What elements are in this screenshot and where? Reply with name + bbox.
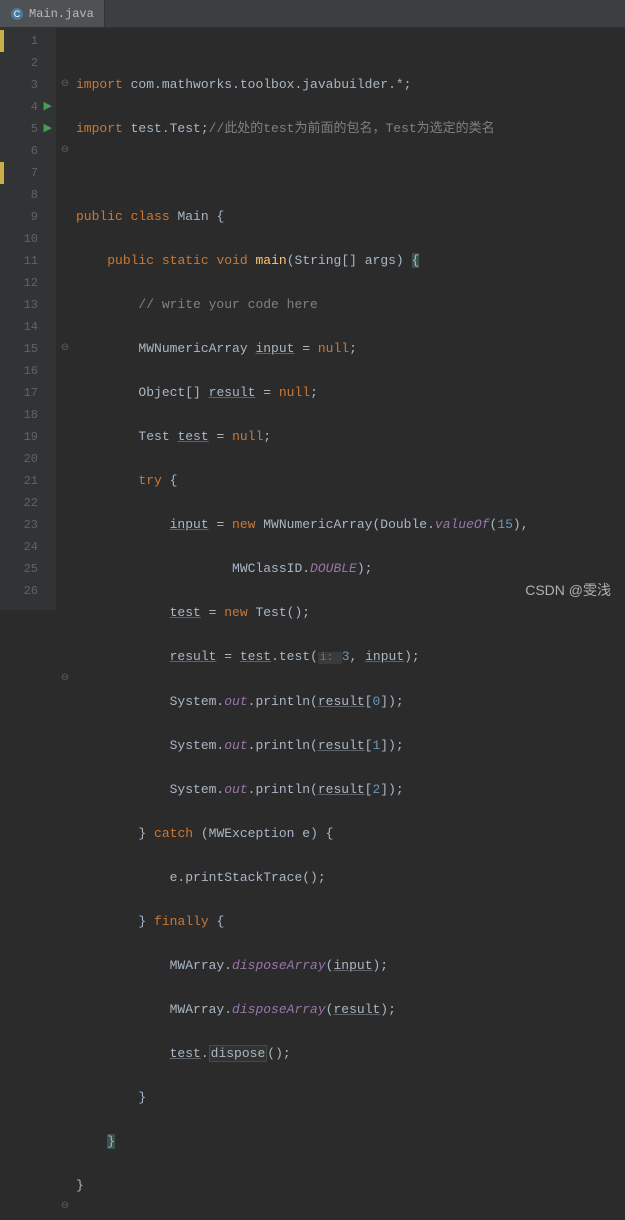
line-number[interactable]: 14	[0, 316, 38, 338]
code-line[interactable]: Object[] result = null;	[76, 382, 625, 404]
code-line[interactable]: input = new MWNumericArray(Double.valueO…	[76, 514, 625, 536]
run-gutter-icon[interactable]: ▶	[44, 118, 52, 140]
code-line[interactable]: MWArray.disposeArray(input);	[76, 955, 625, 977]
line-number[interactable]: 10	[0, 228, 38, 250]
fold-icon[interactable]: ⊖	[60, 74, 70, 96]
run-gutter-icon[interactable]: ▶	[44, 96, 52, 118]
line-number[interactable]: 18	[0, 404, 38, 426]
editor: 1 2 3 4▶ 5▶ 6 7 8 9 10 11 12 13 14 15 16…	[0, 28, 625, 610]
code-line[interactable]: MWArray.disposeArray(result);	[76, 999, 625, 1021]
code-line[interactable]: test.dispose();	[76, 1043, 625, 1065]
code-line[interactable]: e.printStackTrace();	[76, 867, 625, 889]
fold-icon[interactable]: ⊖	[60, 668, 70, 690]
code-line[interactable]: }	[76, 1175, 625, 1197]
fold-icon[interactable]: ⊖	[60, 1196, 70, 1218]
line-number[interactable]: 24	[0, 536, 38, 558]
line-number[interactable]: 16	[0, 360, 38, 382]
code-line[interactable]: } finally {	[76, 911, 625, 933]
code-line[interactable]: public class Main {	[76, 206, 625, 228]
line-number[interactable]: 3	[0, 74, 38, 96]
gutter: 1 2 3 4▶ 5▶ 6 7 8 9 10 11 12 13 14 15 16…	[0, 28, 56, 610]
line-number[interactable]: 17	[0, 382, 38, 404]
line-number[interactable]: 15	[0, 338, 38, 360]
code-line[interactable]: System.out.println(result[2]);	[76, 779, 625, 801]
code-line[interactable]: MWClassID.DOUBLE);	[76, 558, 625, 580]
watermark: CSDN @雯浅	[525, 580, 611, 600]
fold-icon[interactable]: ⊖	[60, 140, 70, 162]
param-hint: i:	[318, 652, 342, 664]
line-number[interactable]: 8	[0, 184, 38, 206]
line-number[interactable]: 23	[0, 514, 38, 536]
line-number[interactable]: 1	[0, 30, 38, 52]
line-number[interactable]: 6	[0, 140, 38, 162]
code-line[interactable]: import com.mathworks.toolbox.javabuilder…	[76, 74, 625, 96]
java-class-icon: C	[10, 7, 24, 21]
code-line[interactable]: import test.Test;//此处的test为前面的包名，Test为选定…	[76, 118, 625, 140]
tab-filename: Main.java	[29, 7, 94, 21]
code-line[interactable]	[76, 162, 625, 184]
code-line[interactable]: MWNumericArray input = null;	[76, 338, 625, 360]
line-number[interactable]: 13	[0, 294, 38, 316]
code-line[interactable]: Test test = null;	[76, 426, 625, 448]
code-line[interactable]: } catch (MWException e) {	[76, 823, 625, 845]
file-tab[interactable]: C Main.java	[0, 0, 105, 27]
code-line[interactable]: result = test.test(i: 3, input);	[76, 646, 625, 669]
line-number[interactable]: 11	[0, 250, 38, 272]
code-line[interactable]: public static void main(String[] args) {	[76, 250, 625, 272]
code-line[interactable]: // write your code here	[76, 294, 625, 316]
code-line[interactable]: }	[76, 1087, 625, 1109]
line-number[interactable]: 2	[0, 52, 38, 74]
line-number[interactable]: 9	[0, 206, 38, 228]
line-number[interactable]: 4▶	[0, 96, 38, 118]
code-line[interactable]: System.out.println(result[1]);	[76, 735, 625, 757]
code-line[interactable]: }	[76, 1131, 625, 1153]
fold-icon[interactable]: ⊖	[60, 338, 70, 360]
line-number[interactable]: 21	[0, 470, 38, 492]
line-number[interactable]: 22	[0, 492, 38, 514]
line-number[interactable]: 20	[0, 448, 38, 470]
line-number[interactable]: 7	[0, 162, 38, 184]
line-number[interactable]: 26	[0, 580, 38, 602]
fold-column: ⊖ ⊖ ⊖ ⊖ ⊖ ⊖ ⊟ ⊟	[60, 30, 70, 1220]
code-area[interactable]: ⊖ ⊖ ⊖ ⊖ ⊖ ⊖ ⊟ ⊟ import com.mathwor	[56, 28, 625, 610]
tab-bar: C Main.java	[0, 0, 625, 28]
svg-text:C: C	[14, 9, 21, 19]
line-number[interactable]: 5▶	[0, 118, 38, 140]
line-number[interactable]: 19	[0, 426, 38, 448]
line-number[interactable]: 12	[0, 272, 38, 294]
line-number[interactable]: 25	[0, 558, 38, 580]
code-line[interactable]: test = new Test();	[76, 602, 625, 624]
code-line[interactable]: System.out.println(result[0]);	[76, 691, 625, 713]
code-line[interactable]: try {	[76, 470, 625, 492]
